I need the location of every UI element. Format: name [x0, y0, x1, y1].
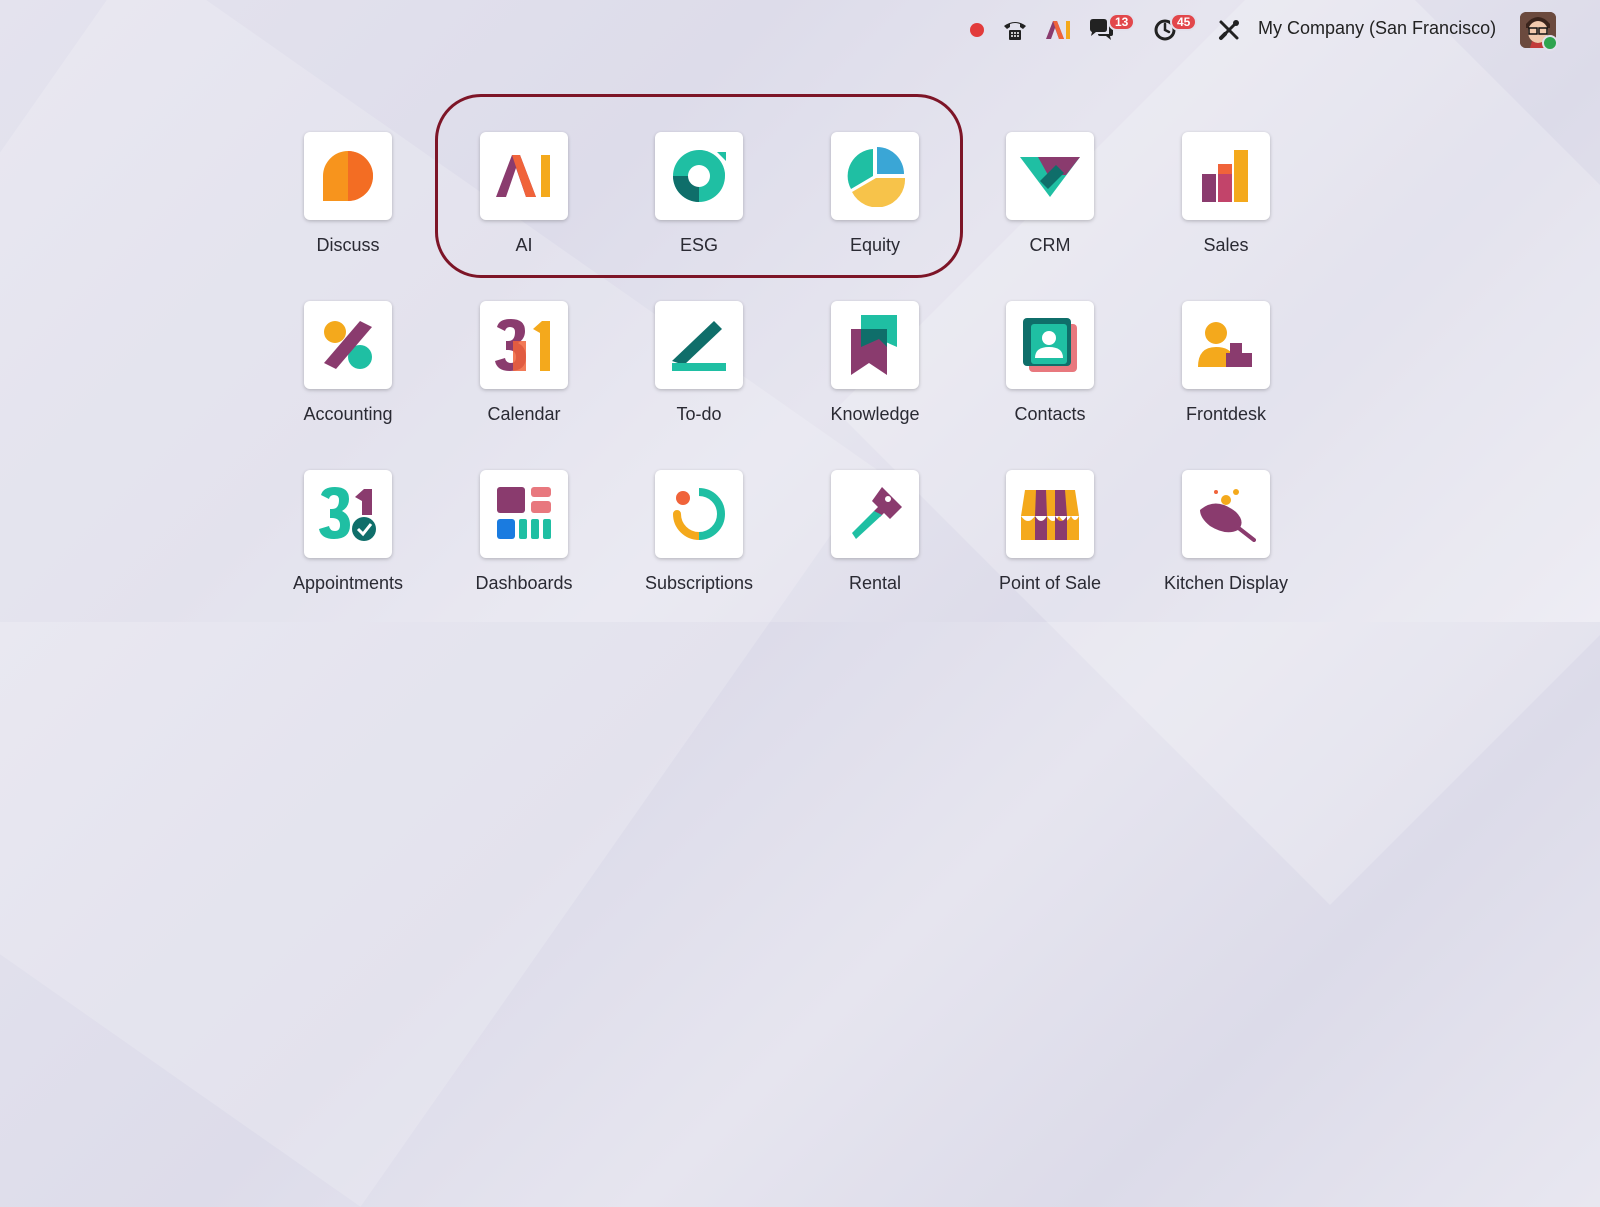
contacts-icon [1023, 318, 1077, 372]
ai-small-icon [1046, 21, 1070, 39]
app-label: Knowledge [830, 404, 920, 424]
app-label: AI [515, 235, 533, 255]
app-label: Discuss [316, 235, 380, 255]
app-esg[interactable]: ESG [624, 132, 774, 302]
calendar-icon [495, 319, 550, 371]
app-label: Frontdesk [1185, 404, 1267, 424]
app-sales[interactable]: Sales [1151, 132, 1301, 302]
online-status [1542, 35, 1558, 51]
sales-tile [1182, 132, 1270, 220]
app-kitchen-display[interactable]: Kitchen Display [1151, 470, 1301, 640]
app-label: Equity [849, 235, 901, 255]
app-contacts[interactable]: Contacts [975, 301, 1125, 471]
app-dashboards[interactable]: Dashboards [449, 470, 599, 640]
app-label: Calendar [487, 404, 561, 424]
company-switcher[interactable]: My Company (San Francisco) [1258, 18, 1496, 39]
discuss-tile [304, 132, 392, 220]
app-label: Dashboards [475, 573, 573, 593]
phone-button[interactable] [1000, 14, 1030, 46]
app-label: Contacts [1014, 404, 1086, 424]
esg-icon [673, 150, 726, 202]
app-todo[interactable]: To-do [624, 301, 774, 471]
crm-tile [1006, 132, 1094, 220]
contacts-tile [1006, 301, 1094, 389]
point-of-sale-icon [1021, 490, 1079, 540]
ai-button[interactable] [1042, 14, 1074, 46]
debug-tools-button[interactable] [1214, 14, 1244, 46]
activities-button[interactable]: 45 [1150, 13, 1198, 46]
ai-icon [496, 155, 550, 197]
app-crm[interactable]: CRM [975, 132, 1125, 302]
app-point-of-sale[interactable]: Point of Sale [975, 470, 1125, 640]
app-label: To-do [676, 404, 722, 424]
app-label: Subscriptions [644, 573, 754, 593]
app-calendar[interactable]: Calendar [449, 301, 599, 471]
app-label: ESG [679, 235, 718, 255]
sales-icon [1202, 150, 1248, 202]
accounting-icon [324, 321, 372, 369]
app-label: Kitchen Display [1163, 573, 1289, 593]
accounting-tile [304, 301, 392, 389]
recording-button[interactable] [966, 14, 988, 46]
equity-icon [847, 147, 906, 207]
app-subscriptions[interactable]: Subscriptions [624, 470, 774, 640]
app-label: CRM [1029, 235, 1071, 255]
chat-badge: 13 [1108, 13, 1136, 31]
phone-icon [1004, 22, 1026, 40]
frontdesk-icon [1198, 322, 1252, 367]
appointments-icon [319, 487, 376, 541]
app-label: Accounting [303, 404, 393, 424]
dashboards-icon [497, 487, 551, 539]
app-label: Point of Sale [998, 573, 1102, 593]
dashboards-tile [480, 470, 568, 558]
subscriptions-icon [673, 488, 726, 540]
knowledge-tile [831, 301, 919, 389]
calendar-tile [480, 301, 568, 389]
esg-tile [655, 132, 743, 220]
app-discuss[interactable]: Discuss [273, 132, 423, 302]
rental-icon [852, 487, 902, 539]
messages-button[interactable]: 13 [1086, 13, 1136, 46]
kitchen-display-icon [1200, 489, 1256, 542]
knowledge-icon [851, 315, 897, 375]
tools-icon [1219, 20, 1239, 40]
app-label: Rental [848, 573, 902, 593]
point-of-sale-tile [1006, 470, 1094, 558]
frontdesk-tile [1182, 301, 1270, 389]
equity-tile [831, 132, 919, 220]
discuss-icon [323, 151, 373, 201]
systray: 13 45 My Company (San Francisco) [0, 0, 1600, 60]
app-frontdesk[interactable]: Frontdesk [1151, 301, 1301, 471]
app-label: Sales [1203, 235, 1249, 255]
app-rental[interactable]: Rental [800, 470, 950, 640]
crm-icon [1020, 157, 1080, 197]
todo-icon [672, 321, 726, 371]
rental-tile [831, 470, 919, 558]
app-appointments[interactable]: Appointments [273, 470, 423, 640]
app-equity[interactable]: Equity [800, 132, 950, 302]
subscriptions-tile [655, 470, 743, 558]
app-label: Appointments [292, 573, 404, 593]
app-ai[interactable]: AI [449, 132, 599, 302]
activity-badge: 45 [1170, 13, 1198, 31]
appointments-tile [304, 470, 392, 558]
todo-tile [655, 301, 743, 389]
app-accounting[interactable]: Accounting [273, 301, 423, 471]
app-knowledge[interactable]: Knowledge [800, 301, 950, 471]
ai-tile [480, 132, 568, 220]
kitchen-display-tile [1182, 470, 1270, 558]
record-icon [970, 23, 984, 37]
